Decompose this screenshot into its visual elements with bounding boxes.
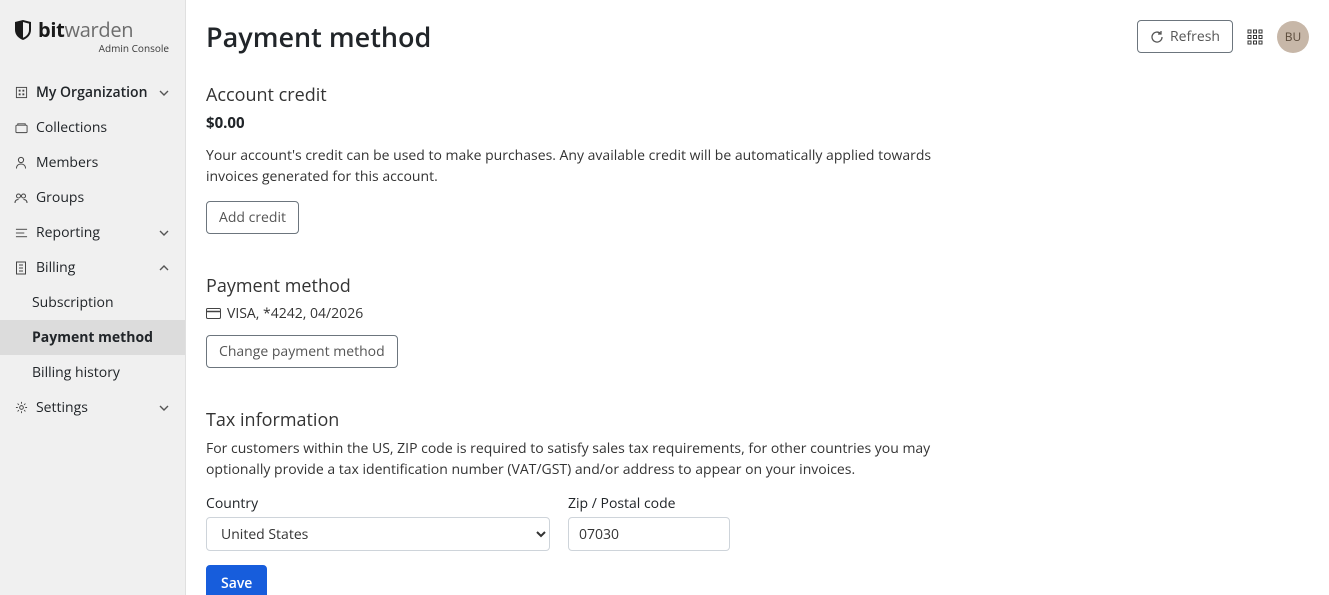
building-icon (14, 86, 28, 99)
brand-logo[interactable]: bitwarden Admin Console (0, 0, 185, 65)
card-summary-text: VISA, *4242, 04/2026 (227, 304, 363, 323)
page-header: Payment method Refresh BU (206, 18, 1309, 55)
gear-icon (14, 401, 28, 414)
credit-card-icon (206, 308, 221, 319)
page-title: Payment method (206, 18, 1137, 55)
save-button[interactable]: Save (206, 565, 267, 595)
tax-title: Tax information (206, 408, 966, 432)
refresh-button[interactable]: Refresh (1137, 20, 1233, 53)
sidebar: bitwarden Admin Console My Organization … (0, 0, 186, 595)
sidebar-item-members[interactable]: Members (0, 145, 185, 180)
avatar[interactable]: BU (1277, 21, 1309, 53)
sidebar-subitem-subscription[interactable]: Subscription (0, 285, 185, 320)
payment-method-section: Payment method VISA, *4242, 04/2026 Chan… (206, 274, 966, 368)
brand-name: bitwarden (38, 16, 133, 43)
payment-method-title: Payment method (206, 274, 966, 298)
chevron-down-icon (159, 230, 171, 236)
sidebar-item-collections[interactable]: Collections (0, 110, 185, 145)
sidebar-item-reporting[interactable]: Reporting (0, 215, 185, 250)
main-content: Payment method Refresh BU (186, 0, 1329, 595)
person-icon (14, 156, 28, 169)
sidebar-item-label: Members (36, 153, 171, 172)
sidebar-item-label: Collections (36, 118, 171, 137)
sidebar-item-my-organization[interactable]: My Organization (0, 75, 185, 110)
change-payment-method-button[interactable]: Change payment method (206, 335, 398, 368)
chevron-down-icon (159, 90, 171, 96)
sidebar-subitem-billing-history[interactable]: Billing history (0, 355, 185, 390)
account-credit-title: Account credit (206, 83, 966, 107)
account-credit-amount: $0.00 (206, 113, 966, 133)
chevron-down-icon (159, 405, 171, 411)
chevron-up-icon (159, 265, 171, 271)
add-credit-button[interactable]: Add credit (206, 201, 299, 234)
zip-input[interactable] (568, 517, 730, 551)
refresh-label: Refresh (1170, 27, 1220, 46)
tax-description: For customers within the US, ZIP code is… (206, 438, 966, 480)
groups-icon (14, 192, 28, 204)
sidebar-subitem-payment-method[interactable]: Payment method (0, 320, 185, 355)
tax-information-section: Tax information For customers within the… (206, 408, 966, 595)
billing-icon (14, 261, 28, 275)
zip-label: Zip / Postal code (568, 494, 730, 513)
sidebar-item-billing[interactable]: Billing (0, 250, 185, 285)
shield-icon (14, 20, 32, 40)
sidebar-item-label: Settings (36, 398, 151, 417)
sidebar-item-label: Reporting (36, 223, 151, 242)
refresh-icon (1150, 30, 1164, 44)
reporting-icon (14, 227, 28, 239)
sidebar-item-settings[interactable]: Settings (0, 390, 185, 425)
brand-subtitle: Admin Console (14, 41, 171, 55)
country-select[interactable]: United States (206, 517, 550, 551)
account-credit-description: Your account's credit can be used to mak… (206, 145, 966, 187)
collections-icon (14, 122, 28, 134)
account-credit-section: Account credit $0.00 Your account's cred… (206, 83, 966, 234)
sidebar-item-groups[interactable]: Groups (0, 180, 185, 215)
apps-grid-icon[interactable] (1247, 29, 1263, 45)
sidebar-item-label: Billing (36, 258, 151, 277)
country-label: Country (206, 494, 550, 513)
sidebar-item-label: My Organization (36, 83, 151, 102)
sidebar-item-label: Groups (36, 188, 171, 207)
